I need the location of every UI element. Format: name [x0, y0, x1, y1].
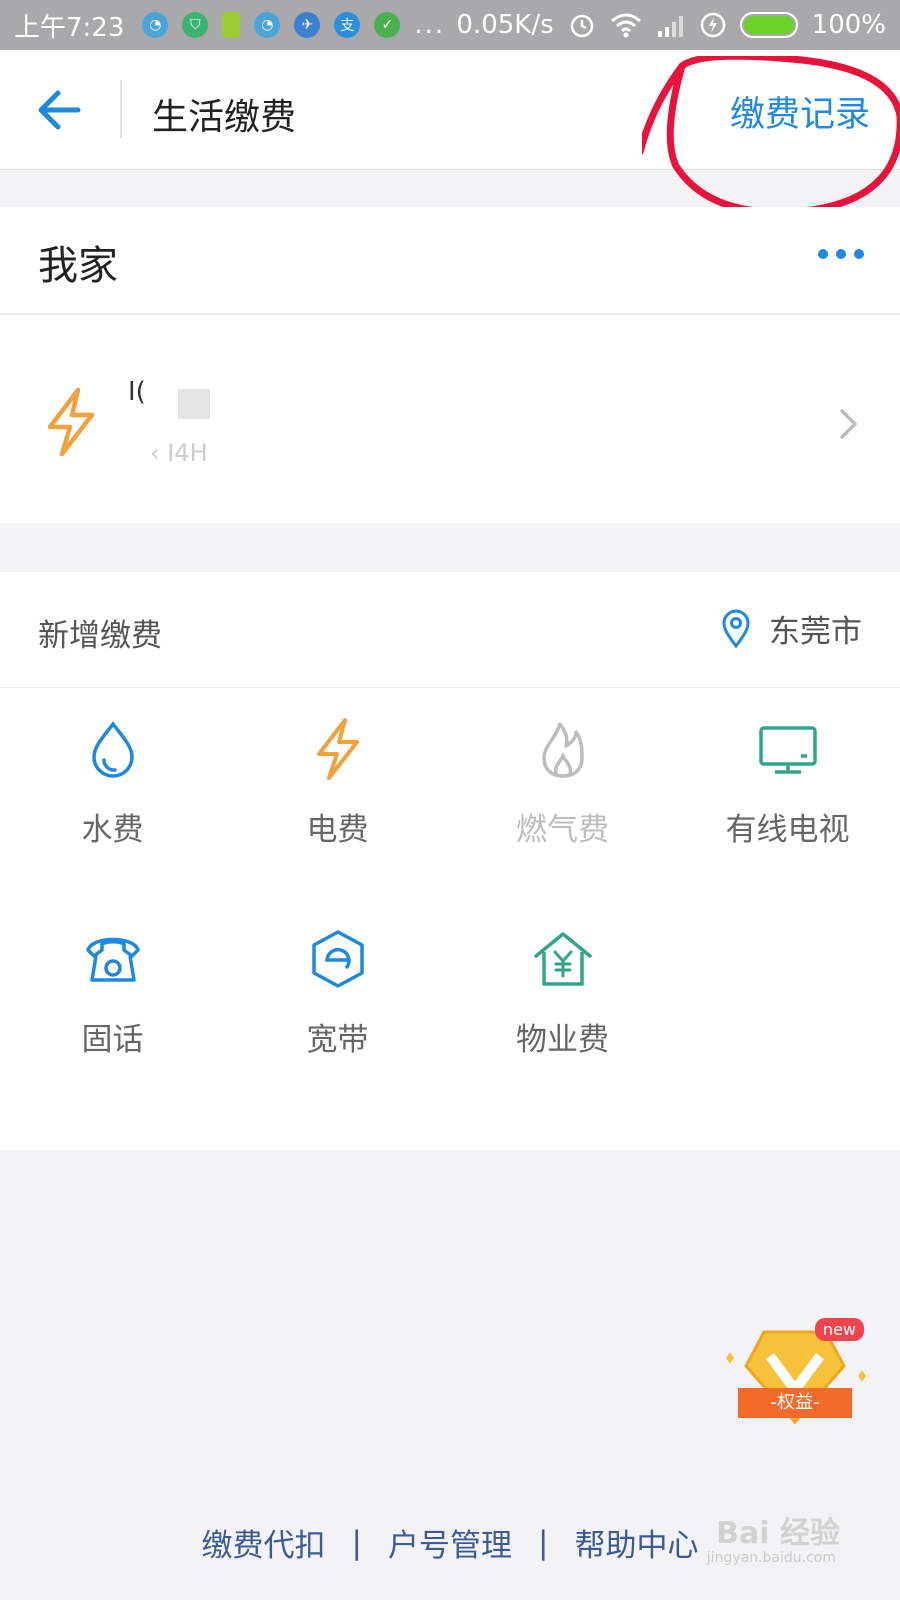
footer-separator: | — [538, 1524, 549, 1561]
clock-app-icon: ◔ — [254, 12, 281, 38]
tile-label: 有线电视 — [725, 812, 850, 848]
help-center-link[interactable]: 帮助中心 — [574, 1520, 698, 1565]
back-arrow-icon[interactable] — [34, 86, 86, 134]
tv-icon — [759, 726, 817, 774]
tile-label: 固话 — [81, 1022, 144, 1058]
new-payment-header: 新增缴费 东莞市 — [0, 572, 900, 688]
tile-label: 燃气费 — [516, 812, 609, 848]
benefits-label: -权益- — [738, 1388, 852, 1418]
signal-icon — [657, 16, 683, 37]
baidu-watermark-url: jingyan.baidu.com — [706, 1550, 836, 1566]
battery-percent: 100% — [811, 10, 886, 40]
baidu-watermark: Bai 经验 — [716, 1516, 840, 1551]
new-payment-title: 新增缴费 — [38, 618, 162, 654]
bill-account-detail: ‹ I4H — [150, 439, 208, 467]
payment-record-link[interactable]: 缴费记录 — [730, 86, 870, 137]
lightning-icon — [317, 718, 359, 780]
auto-debit-link[interactable]: 缴费代扣 — [202, 1520, 326, 1565]
lightning-icon — [47, 387, 95, 457]
city-name: 东莞市 — [769, 614, 862, 650]
telephone-icon — [86, 937, 140, 982]
tile-label: 水费 — [81, 812, 144, 848]
header-divider — [120, 80, 122, 138]
tile-electricity[interactable]: 电费 — [225, 688, 450, 878]
tile-cable-tv[interactable]: 有线电视 — [675, 688, 900, 878]
alarm-icon — [570, 14, 593, 38]
tile-label: 电费 — [306, 812, 369, 848]
tile-water[interactable]: 水费 — [0, 688, 225, 878]
my-home-header: 我家 — [0, 207, 900, 315]
tile-gas[interactable]: 燃气费 — [450, 688, 675, 878]
app-header: 生活缴费 缴费记录 — [0, 50, 900, 170]
tile-label: 宽带 — [306, 1022, 369, 1058]
property-house-icon — [534, 932, 592, 986]
network-speed: 0.05K/s — [456, 10, 554, 40]
shield-app-icon: ⛉ — [182, 12, 209, 38]
tile-broadband[interactable]: 宽带 — [225, 898, 450, 1088]
battery-fill — [743, 16, 794, 34]
wifi-icon — [610, 13, 641, 38]
account-management-link[interactable]: 户号管理 — [388, 1520, 512, 1565]
new-tag: new — [814, 1318, 864, 1341]
clock-app-icon: ◔ — [142, 12, 169, 38]
tile-landline[interactable]: 固话 — [0, 898, 225, 1088]
footer-separator: | — [351, 1524, 362, 1561]
alipay-app-icon: 支 — [334, 12, 361, 38]
tile-property[interactable]: 物业费 — [450, 898, 675, 1088]
battery-app-icon — [222, 12, 241, 38]
tile-label: 物业费 — [516, 1022, 609, 1058]
battery-indicator — [739, 12, 798, 38]
chevron-right-icon — [840, 409, 858, 439]
more-notifications: ... — [414, 10, 446, 40]
bill-account-name: I( — [128, 377, 146, 407]
new-payment-card: 新增缴费 东莞市 水费 电费 燃气费 有线电视 固话 宽带 物业费 — [0, 572, 900, 1150]
my-home-title: 我家 — [38, 243, 118, 289]
broadband-icon — [312, 930, 364, 988]
page-title: 生活缴费 — [152, 97, 297, 138]
location-pin-icon — [722, 609, 750, 649]
flame-icon — [542, 722, 584, 778]
status-right: 0.05K/s 100% — [456, 10, 886, 40]
benefits-badge[interactable]: new -权益- — [720, 1318, 870, 1448]
status-bar: 上午7:23 ◔ ⛉ ◔ ✈ 支 ✓ ... 0.05K/s 100% — [0, 0, 900, 50]
more-options-icon[interactable] — [818, 249, 864, 259]
charging-icon — [700, 12, 725, 38]
check-app-icon: ✓ — [374, 12, 401, 38]
water-drop-icon — [92, 721, 134, 778]
city-selector[interactable]: 东莞市 — [721, 606, 862, 651]
blurred-text — [178, 389, 210, 419]
status-app-icons: ◔ ⛉ ◔ ✈ 支 ✓ ... — [142, 10, 445, 40]
my-home-card: 我家 I( ‹ I4H — [0, 207, 900, 523]
electric-bill-row[interactable]: I( ‹ I4H — [0, 317, 900, 523]
bird-app-icon: ✈ — [294, 12, 321, 38]
status-time: 上午7:23 — [14, 12, 125, 43]
